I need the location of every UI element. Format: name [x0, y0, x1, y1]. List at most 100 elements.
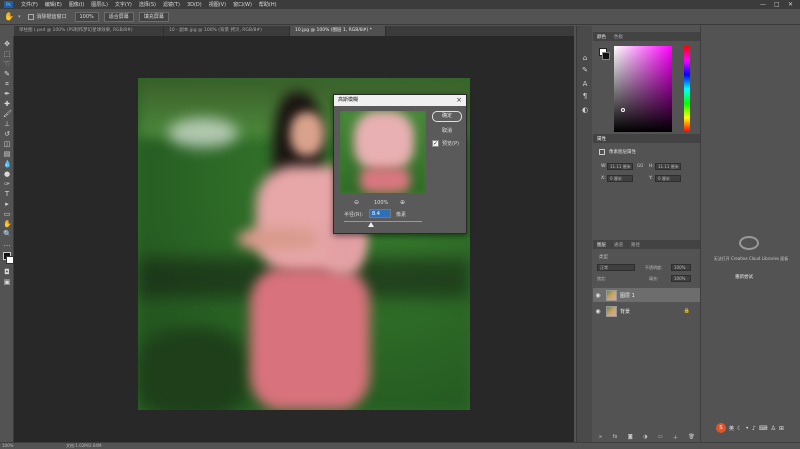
retry-button[interactable]: 重新尝试 [735, 274, 753, 280]
tab-doc-2[interactable]: 10 - 副本.jpg @ 100% (背景 拷贝, RGB/8#) [164, 26, 290, 36]
menu-view[interactable]: 视图(V) [209, 1, 226, 8]
antialias-checkbox[interactable] [28, 13, 35, 20]
layer-name[interactable]: 背景 [620, 308, 630, 315]
background-color-swatch[interactable] [6, 256, 14, 264]
punctuation-icon[interactable]: • [745, 425, 749, 432]
pen-tool-icon[interactable]: ✑ [3, 180, 11, 188]
color-picker-marker[interactable] [621, 108, 625, 112]
tab-swatches[interactable]: 色板 [614, 34, 623, 40]
color-picker-field[interactable] [614, 46, 672, 132]
tab-channels[interactable]: 通道 [614, 242, 623, 248]
gradient-tool-icon[interactable]: ▤ [3, 150, 11, 158]
dodge-tool-icon[interactable]: ● [3, 170, 11, 178]
eyedropper-icon[interactable]: ✒ [3, 90, 11, 98]
layer-row-layer1[interactable]: ◉ 图层 1 [593, 288, 700, 302]
radius-slider-track[interactable] [344, 221, 422, 222]
move-tool-icon[interactable]: ✥ [3, 40, 11, 48]
radius-slider-thumb[interactable] [368, 222, 374, 227]
layer-row-background[interactable]: ◉ 背景 🔒 [593, 304, 700, 318]
delete-layer-icon[interactable]: 🗑 [688, 434, 694, 440]
zoom-tool-icon[interactable]: 🔍 [3, 230, 12, 238]
marquee-tool-icon[interactable]: ⬚ [3, 50, 11, 58]
x-field[interactable]: 0 厘米 [607, 175, 633, 182]
new-group-icon[interactable]: ▭ [658, 434, 663, 440]
eraser-icon[interactable]: ◫ [3, 140, 11, 148]
menu-select[interactable]: 选择(S) [139, 1, 156, 8]
tab-doc-active[interactable]: 10.jpg @ 100% (图层 1, RGB/8#) * [290, 26, 386, 36]
grid-icon[interactable]: ⊞ [779, 425, 784, 432]
canvas-area[interactable] [14, 36, 574, 442]
layer-kind-filter[interactable]: 类型 [599, 254, 608, 260]
height-field[interactable]: 11.11 厘米 [655, 163, 681, 170]
blur-tool-icon[interactable]: 💧 [3, 160, 12, 168]
layer-style-icon[interactable]: fx [613, 434, 618, 440]
brush-panel-icon[interactable]: ✎ [581, 66, 589, 74]
fit-screen-button[interactable]: 适合屏幕 [103, 11, 134, 22]
menu-type[interactable]: 文字(Y) [115, 1, 132, 8]
brush-tool-icon[interactable]: 🖌 [3, 110, 12, 118]
type-tool-icon[interactable]: T [3, 190, 11, 198]
shirt-icon[interactable]: ♙ [770, 425, 775, 432]
visibility-eye-icon[interactable]: ◉ [593, 292, 603, 299]
quick-mask-icon[interactable]: ◘ [3, 268, 11, 276]
tab-properties[interactable]: 属性 [597, 136, 606, 142]
minimize-icon[interactable]: — [760, 1, 766, 8]
more-tools-icon[interactable]: … [3, 240, 11, 248]
menu-window[interactable]: 窗口(W) [233, 1, 252, 8]
hand-icon[interactable]: ✋ [3, 220, 12, 228]
zoom-100-button[interactable]: 100% [74, 11, 99, 22]
tab-color[interactable]: 颜色 [597, 34, 606, 40]
rectangle-tool-icon[interactable]: ▭ [3, 210, 11, 218]
tab-paths[interactable]: 路径 [631, 242, 640, 248]
crop-tool-icon[interactable]: ⌗ [3, 80, 11, 88]
menu-file[interactable]: 文件(F) [21, 1, 38, 8]
screen-mode-icon[interactable]: ▣ [3, 278, 11, 286]
adjustment-layer-icon[interactable]: ◑ [643, 434, 647, 440]
preview-checkbox[interactable]: ✓ [432, 140, 439, 147]
ok-button[interactable]: 确定 [432, 111, 462, 122]
width-field[interactable]: 11.11 厘米 [607, 163, 633, 170]
lasso-tool-icon[interactable]: ➰ [3, 60, 12, 68]
paragraph-panel-icon[interactable]: ¶ [581, 92, 589, 100]
bg-color-swatch[interactable] [602, 52, 610, 60]
add-mask-icon[interactable]: ◙ [628, 434, 633, 440]
hue-slider[interactable] [684, 46, 690, 132]
blend-mode-select[interactable]: 正常 [597, 264, 635, 271]
adjust-panel-icon[interactable]: ◐ [581, 106, 589, 114]
zoom-out-icon[interactable]: ⊖ [354, 199, 359, 206]
close-window-icon[interactable]: ✕ [788, 1, 793, 8]
visibility-eye-icon[interactable]: ◉ [593, 308, 603, 315]
tab-layers[interactable]: 图层 [597, 242, 606, 248]
healing-brush-icon[interactable]: ✚ [3, 100, 11, 108]
menu-help[interactable]: 帮助(H) [259, 1, 277, 8]
cancel-button[interactable]: 取消 [432, 126, 462, 137]
link-layers-icon[interactable]: ∞ [598, 434, 602, 440]
microphone-icon[interactable]: ♪ [752, 425, 756, 432]
menu-layer[interactable]: 图层(L) [91, 1, 108, 8]
radius-input[interactable]: 8.4 [369, 209, 391, 218]
quick-select-icon[interactable]: ✎ [3, 70, 11, 78]
fill-field[interactable]: 100% [671, 275, 691, 282]
history-brush-icon[interactable]: ↺ [3, 130, 11, 138]
dialog-close-icon[interactable]: × [456, 95, 462, 106]
keyboard-icon[interactable]: ⌨ [759, 425, 768, 432]
tool-preset-chevron-icon[interactable]: ▾ [18, 14, 21, 20]
maximize-icon[interactable]: □ [774, 1, 780, 8]
clone-stamp-icon[interactable]: ⊥ [3, 120, 11, 128]
character-panel-icon[interactable]: A [581, 80, 589, 88]
link-dimensions-icon[interactable]: GO [637, 163, 643, 168]
ime-language-label[interactable]: 英 [729, 425, 734, 432]
zoom-in-icon[interactable]: ⊕ [400, 199, 405, 206]
new-layer-icon[interactable]: ＋ [673, 434, 678, 441]
moon-icon[interactable]: ☾ [737, 425, 742, 432]
ime-logo-icon[interactable]: S [716, 423, 726, 433]
blur-preview-image[interactable] [340, 111, 426, 193]
status-zoom[interactable]: 100% [2, 443, 13, 449]
tab-doc-1[interactable]: 单柱图 (.psd @ 100% (PS制作梦幻星球效果, RGB/8#) [14, 26, 164, 36]
menu-image[interactable]: 图像(I) [69, 1, 84, 8]
menu-filter[interactable]: 滤镜(T) [163, 1, 180, 8]
hand-tool-icon[interactable]: ✋ [4, 12, 14, 21]
fill-screen-button[interactable]: 填充屏幕 [138, 11, 169, 22]
menu-edit[interactable]: 编辑(E) [45, 1, 62, 8]
menu-3d[interactable]: 3D(D) [187, 2, 202, 8]
